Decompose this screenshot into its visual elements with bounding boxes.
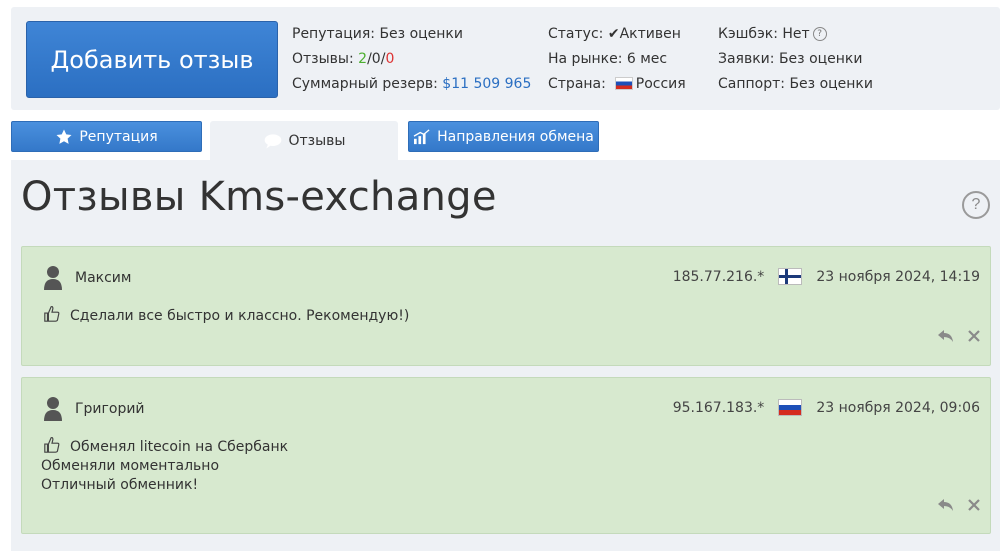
market-age-stat: На рынке: 6 мес: [548, 51, 668, 67]
review-text-line: Отличный обменник!: [41, 477, 199, 493]
review-author: Григорий: [75, 401, 145, 417]
cashback-stat: Кэшбэк: Нет?: [718, 26, 827, 42]
review-ip: 185.77.216.*: [672, 268, 765, 285]
check-icon: ✔: [607, 26, 620, 42]
review-card: Григорий 95.167.183.* 23 ноября 2024, 09…: [21, 377, 991, 534]
tab-exchange-directions[interactable]: Направления обмена: [408, 121, 599, 152]
support-stat: Саппорт: Без оценки: [718, 76, 873, 92]
status-stat: Статус: ✔Активен: [548, 26, 681, 42]
country-stat: Страна: Россия: [548, 76, 686, 92]
reply-icon[interactable]: [938, 498, 954, 516]
thumbs-up-icon: [44, 436, 60, 453]
review-text-line: Обменял litecoin на Сбербанк: [70, 439, 289, 455]
tab-reputation[interactable]: Репутация: [11, 121, 202, 152]
review-actions: [938, 498, 980, 516]
review-date: 23 ноября 2024, 09:06: [816, 399, 980, 416]
requests-stat: Заявки: Без оценки: [718, 51, 863, 67]
help-icon[interactable]: ?: [962, 191, 990, 219]
close-icon[interactable]: [968, 498, 980, 516]
review-meta: 185.77.216.* 23 ноября 2024, 14:19: [673, 268, 980, 285]
finland-flag-icon: [778, 268, 803, 285]
review-ip: 95.167.183.*: [672, 399, 765, 416]
tab-reviews[interactable]: Отзывы: [210, 121, 398, 161]
review-author: Максим: [75, 270, 132, 286]
user-icon: [44, 266, 62, 290]
review-text: Сделали все быстро и классно. Рекомендую…: [70, 308, 410, 324]
reserve-stat: Суммарный резерв: $11 509 965: [292, 76, 532, 92]
user-icon: [44, 397, 62, 421]
review-meta: 95.167.183.* 23 ноября 2024, 09:06: [673, 399, 980, 416]
review-card: Максим 185.77.216.* 23 ноября 2024, 14:1…: [21, 246, 991, 366]
reputation-stat: Репутация: Без оценки: [292, 26, 463, 42]
close-icon[interactable]: [968, 329, 980, 347]
star-icon: [56, 129, 72, 144]
review-actions: [938, 329, 980, 347]
bar-chart-icon: [413, 128, 430, 144]
question-icon[interactable]: ?: [812, 27, 827, 41]
reserve-link[interactable]: $11 509 965: [442, 76, 531, 92]
reply-icon[interactable]: [938, 329, 954, 347]
speech-bubble-icon: [264, 134, 281, 149]
review-text-line: Обменяли моментально: [41, 458, 220, 474]
review-date: 23 ноября 2024, 14:19: [816, 268, 980, 285]
russia-flag-icon: [614, 76, 633, 90]
russia-flag-icon: [778, 399, 803, 416]
reviews-stat: Отзывы: 2/0/0: [292, 51, 395, 67]
reviews-panel: Отзывы Kms-exchange ? Максим 185.77.216.…: [11, 160, 1000, 551]
thumbs-up-icon: [44, 305, 60, 322]
page-title: Отзывы Kms-exchange: [21, 174, 497, 220]
add-review-button[interactable]: Добавить отзыв: [26, 21, 278, 98]
exchanger-summary-panel: Добавить отзыв Репутация: Без оценки Отз…: [11, 7, 1000, 110]
